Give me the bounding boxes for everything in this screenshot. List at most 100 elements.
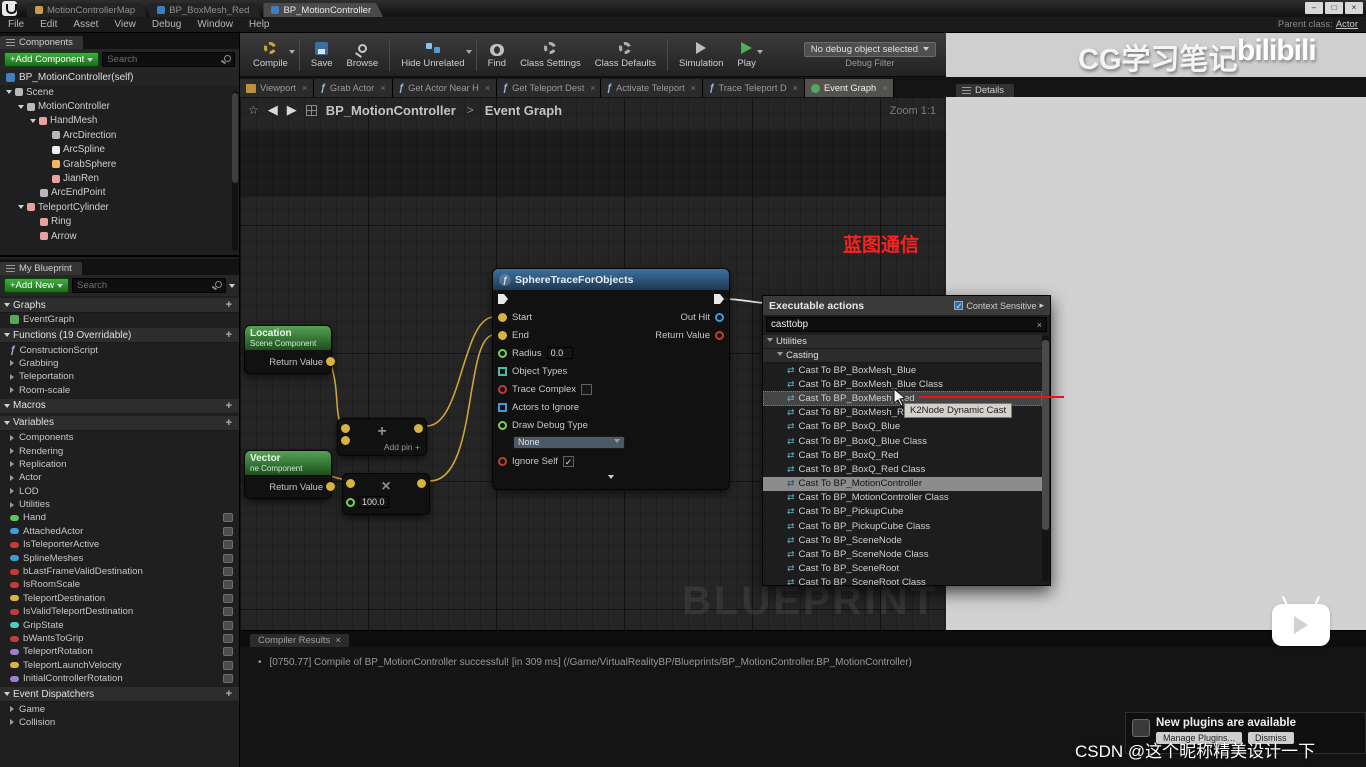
float-pin[interactable] — [346, 498, 355, 507]
list-item-rendering[interactable]: Rendering — [0, 444, 239, 457]
toolbar-button-find[interactable]: Find — [481, 39, 513, 70]
context-menu-item[interactable]: ⇄ Cast To BP_SceneRoot Class — [763, 576, 1042, 585]
document-tab-bp-motioncontroller[interactable]: BP_MotionController — [263, 3, 383, 17]
list-item-gripstate[interactable]: GripState — [0, 618, 239, 631]
context-menu-item[interactable]: ⇄ Cast To BP_BoxQ_Red — [763, 448, 1042, 462]
close-tab-icon[interactable]: × — [380, 83, 385, 93]
exec-pin[interactable] — [498, 294, 508, 304]
vector-pin[interactable] — [326, 482, 335, 491]
menu-debug[interactable]: Debug — [144, 19, 189, 30]
close-button[interactable]: × — [1345, 2, 1363, 14]
list-item-game[interactable]: Game — [0, 702, 239, 715]
context-menu-item[interactable]: ⇄ Cast To BP_MotionController Class — [763, 491, 1042, 505]
component-tree-item[interactable]: TeleportCylinder — [0, 200, 239, 214]
visibility-toggle-icon[interactable] — [223, 660, 233, 670]
list-item-teleportlaunchvelocity[interactable]: TeleportLaunchVelocity — [0, 659, 239, 672]
enum-pin[interactable] — [498, 420, 507, 430]
context-sensitive-toggle[interactable]: ✓ Context Sensitive ▸ — [954, 300, 1044, 311]
section-header-macros[interactable]: Macros + — [0, 398, 239, 414]
components-scrollbar[interactable] — [232, 91, 238, 251]
section-add-button[interactable]: + — [223, 400, 235, 412]
exec-pin[interactable] — [714, 294, 724, 304]
document-tab-motioncontrollermap[interactable]: MotionControllerMap — [27, 3, 147, 17]
menu-window[interactable]: Window — [189, 19, 241, 30]
list-item-teleportation[interactable]: Teleportation — [0, 370, 239, 383]
parent-class-link[interactable]: Actor — [1336, 19, 1358, 30]
list-item-initialcontrollerrotation[interactable]: InitialControllerRotation — [0, 672, 239, 685]
visibility-toggle-icon[interactable] — [223, 513, 233, 523]
multiply-node[interactable]: × 100.0 — [342, 473, 430, 515]
close-tab-icon[interactable]: × — [302, 83, 307, 93]
list-item-eventgraph[interactable]: EventGraph — [0, 313, 239, 326]
category-row-utilities[interactable]: Utilities — [763, 335, 1042, 349]
section-add-button[interactable]: + — [223, 688, 235, 700]
component-tree-item[interactable]: ArcDirection — [0, 128, 239, 142]
array-pin[interactable] — [498, 402, 507, 412]
toolbar-button-class-settings[interactable]: Class Settings — [513, 39, 588, 70]
list-item-attachedactor[interactable]: AttachedActor — [0, 525, 239, 538]
context-menu-item[interactable]: ⇄ Cast To BP_SceneRoot — [763, 562, 1042, 576]
float-pin[interactable] — [498, 348, 507, 358]
context-menu-item[interactable]: ⇄ Cast To BP_SceneNode Class — [763, 547, 1042, 561]
toolbar-button-hide-unrelated[interactable]: Hide Unrelated — [394, 39, 472, 70]
expander-icon[interactable] — [6, 90, 12, 97]
vector-pin[interactable] — [498, 312, 507, 322]
list-item-replication[interactable]: Replication — [0, 458, 239, 471]
context-menu-item[interactable]: ⇄ Cast To BP_PickupCube — [763, 505, 1042, 519]
component-tree-item[interactable]: Arrow — [0, 229, 239, 243]
list-item-teleportrotation[interactable]: TeleportRotation — [0, 645, 239, 658]
context-menu-item[interactable]: ⇄ Cast To BP_BoxQ_Blue — [763, 420, 1042, 434]
minimize-button[interactable]: – — [1305, 2, 1323, 14]
debug-object-dropdown[interactable]: No debug object selected — [803, 41, 936, 57]
struct-pin[interactable] — [715, 312, 724, 322]
value-field[interactable]: 100.0 — [358, 496, 389, 508]
list-item-room-scale[interactable]: Room-scale — [0, 384, 239, 397]
context-menu-item[interactable]: ⇄ Cast To BP_SceneNode — [763, 533, 1042, 547]
component-tree-item[interactable]: HandMesh — [0, 114, 239, 128]
view-options-eye-icon[interactable] — [229, 283, 235, 291]
visibility-toggle-icon[interactable] — [223, 567, 233, 577]
components-search-input[interactable]: Search — [102, 52, 235, 67]
component-tree-item[interactable]: Scene — [0, 85, 239, 99]
checkbox[interactable]: ✓ — [562, 455, 574, 467]
node-header[interactable]: ƒ SphereTraceForObjects — [493, 269, 729, 290]
breadcrumb-current[interactable]: Event Graph — [485, 103, 562, 118]
toolbar-button-play[interactable]: Play — [730, 39, 763, 70]
section-header-graphs[interactable]: Graphs + — [0, 298, 239, 313]
document-tab-bp-boxmesh-red[interactable]: BP_BoxMesh_Red — [149, 3, 261, 17]
list-item-teleportdestination[interactable]: TeleportDestination — [0, 592, 239, 605]
context-menu-item[interactable]: ⇄ Cast To BP_BoxQ_Blue Class — [763, 434, 1042, 448]
add-pin-button[interactable]: Add pin + — [384, 442, 420, 452]
add-new-button[interactable]: +Add New — [4, 278, 70, 293]
add-component-button[interactable]: +Add Component — [4, 52, 100, 67]
add-vector-node[interactable]: + Add pin + — [337, 418, 427, 456]
visibility-toggle-icon[interactable] — [223, 526, 233, 536]
list-item-isroomscale[interactable]: IsRoomScale — [0, 578, 239, 591]
graph-tab-trace-teleport-d[interactable]: ƒ Trace Teleport D × — [702, 79, 805, 97]
menu-asset[interactable]: Asset — [65, 19, 106, 30]
graph-tab-grab-actor[interactable]: ƒ Grab Actor × — [314, 79, 393, 97]
context-menu-item[interactable]: ⇄ Cast To BP_MotionController — [763, 476, 1042, 491]
toolbar-button-class-defaults[interactable]: Class Defaults — [588, 39, 663, 70]
checkbox[interactable] — [581, 383, 593, 395]
category-row-casting[interactable]: Casting — [763, 349, 1042, 363]
toolbar-button-save[interactable]: Save — [304, 39, 340, 70]
node-header[interactable]: Vector ne Component — [245, 451, 331, 475]
list-item-components[interactable]: Components — [0, 431, 239, 444]
component-tree-item[interactable]: ArcEndPoint — [0, 186, 239, 200]
location-getter-node[interactable]: Location Scene Component Return Value — [244, 325, 335, 374]
tab-components[interactable]: Components — [0, 36, 83, 49]
clear-search-icon[interactable]: × — [1037, 320, 1042, 330]
graph-tab-activate-teleport[interactable]: ƒ Activate Teleport × — [600, 79, 703, 97]
context-menu-item[interactable]: ⇄ Cast To BP_BoxQ_Red Class — [763, 462, 1042, 476]
list-item-constructionscript[interactable]: ƒ ConstructionScript — [0, 343, 239, 356]
visibility-toggle-icon[interactable] — [223, 540, 233, 550]
visibility-toggle-icon[interactable] — [223, 553, 233, 563]
myblueprint-search-input[interactable]: Search — [72, 278, 226, 293]
menu-help[interactable]: Help — [241, 19, 278, 30]
visibility-toggle-icon[interactable] — [223, 593, 233, 603]
list-item-collision[interactable]: Collision — [0, 716, 239, 729]
node-header[interactable]: Location Scene Component — [245, 326, 331, 350]
array-pin[interactable] — [498, 366, 507, 376]
vector-pin[interactable] — [326, 357, 335, 366]
